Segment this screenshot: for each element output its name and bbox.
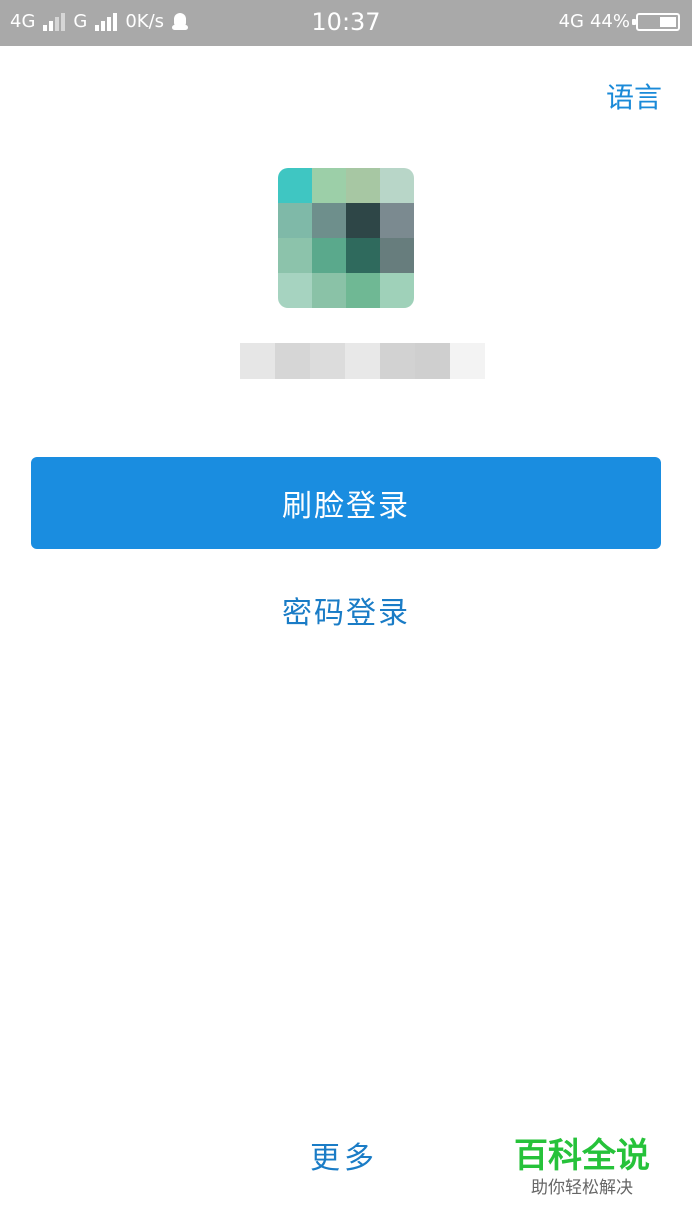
username-mask-block	[310, 343, 345, 379]
avatar-pixel	[278, 203, 312, 238]
username-mask-block	[345, 343, 380, 379]
avatar-pixel	[380, 203, 414, 238]
status-right: 4G 44%	[559, 11, 680, 32]
avatar-pixel	[312, 238, 346, 273]
avatar-pixel	[346, 238, 380, 273]
avatar-pixel	[380, 168, 414, 203]
username-mask-block	[450, 343, 485, 379]
battery-icon	[632, 12, 680, 31]
more-link[interactable]: 更多	[310, 1133, 378, 1177]
avatar-pixel	[346, 273, 380, 308]
username-mask-block	[380, 343, 415, 379]
watermark: 百科全说 助你轻松解决	[512, 1136, 652, 1200]
face-login-button[interactable]: 刷脸登录	[31, 457, 661, 549]
avatar-pixel	[380, 273, 414, 308]
watermark-subtitle: 助你轻松解决	[531, 1178, 633, 1198]
username-mask-block	[275, 343, 310, 379]
avatar-pixel	[278, 273, 312, 308]
status-bar: 4G G 0K/s 10:37 4G 44%	[0, 0, 692, 46]
avatar-pixel	[380, 238, 414, 273]
avatar-pixel	[346, 168, 380, 203]
username-mask-block	[415, 343, 450, 379]
username-mask-block	[240, 343, 275, 379]
avatar-pixel	[312, 273, 346, 308]
battery-fill	[660, 16, 676, 27]
username-masked	[240, 343, 485, 379]
avatar-pixel	[278, 168, 312, 203]
avatar-pixel	[312, 203, 346, 238]
network-label: 4G	[558, 11, 584, 32]
language-button[interactable]: 语言	[606, 76, 662, 116]
avatar-pixel	[312, 168, 346, 203]
watermark-title: 百科全说	[514, 1136, 650, 1176]
avatar	[278, 168, 414, 308]
avatar-pixel	[278, 238, 312, 273]
password-login-link[interactable]: 密码登录	[0, 588, 692, 632]
avatar-pixel	[346, 203, 380, 238]
battery-percent: 44%	[589, 11, 630, 32]
